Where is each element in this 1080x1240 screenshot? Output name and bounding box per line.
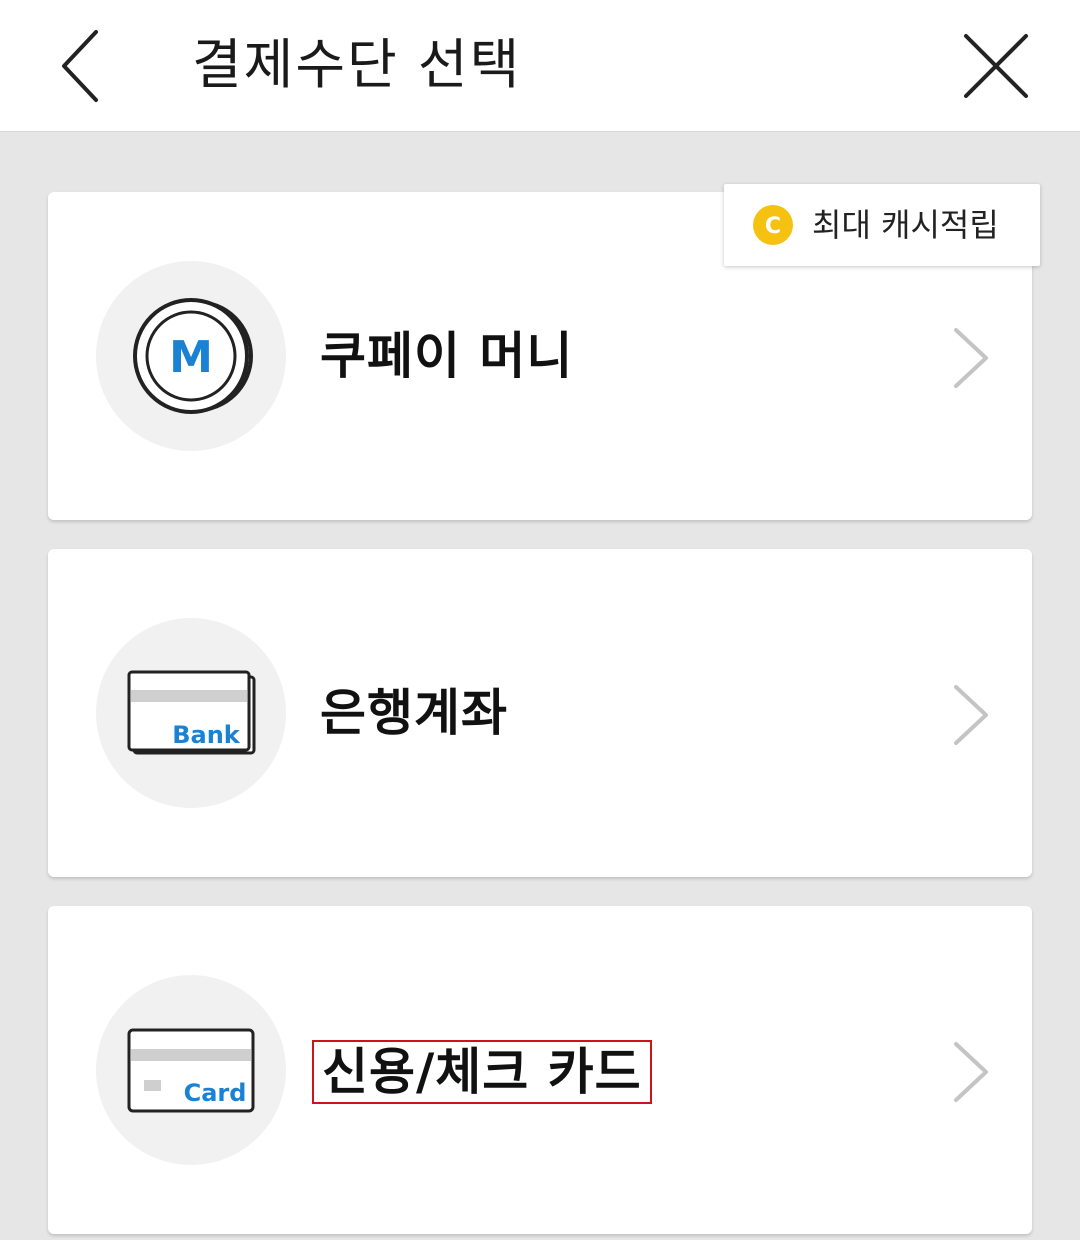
top-app-bar: 결제수단 선택 [0,0,1080,132]
coupay-money-icon-badge: M [96,261,286,451]
max-cash-reward-badge[interactable]: C 최대 캐시적립 [724,184,1040,266]
chevron-right-icon [954,685,988,745]
coupay-money-label: 쿠페이 머니 [320,327,574,385]
max-cash-reward-label: 최대 캐시적립 [812,206,999,244]
close-button[interactable] [956,28,1036,108]
credit-check-card-label: 신용/체크 카드 [312,1040,652,1104]
payment-method-coupay-money[interactable]: M 쿠페이 머니 C 최대 캐시적립 [48,184,1040,520]
cash-coin-icon: C [753,205,793,245]
cash-coin-letter: C [765,214,781,239]
credit-card-text: Card [184,1079,247,1107]
back-button[interactable] [50,26,114,106]
bank-card-text: Bank [172,721,241,749]
payment-method-bank-account[interactable]: Bank 은행계좌 [48,549,1032,877]
coin-m-icon: M [133,298,253,414]
chevron-left-icon [62,30,98,102]
payment-method-credit-check-card[interactable]: Card 신용/체크 카드 [48,906,1032,1234]
credit-card-icon-badge: Card [96,975,286,1165]
chevron-right-icon [954,328,988,388]
chevron-right-icon [954,1042,988,1102]
page-title: 결제수단 선택 [192,33,522,96]
coin-letter-m: M [169,332,213,383]
close-icon [964,34,1028,98]
credit-card-icon: Card [127,1028,255,1113]
bank-card-icon: Bank [127,670,256,755]
bank-account-icon-badge: Bank [96,618,286,808]
bank-account-label: 은행계좌 [320,684,508,742]
